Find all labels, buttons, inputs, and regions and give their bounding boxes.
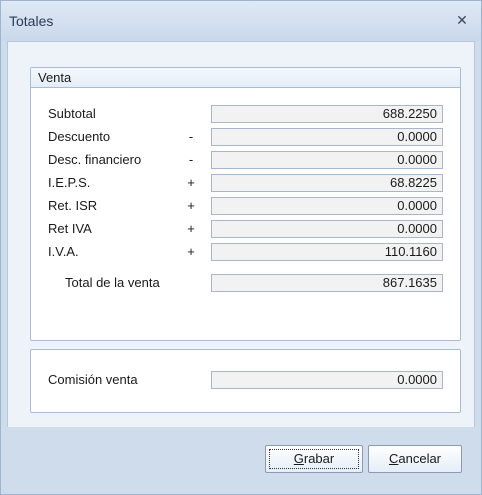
ieps-sign: + <box>187 175 195 190</box>
ret-iva-field[interactable]: 0.0000 <box>211 220 443 238</box>
total-venta-field[interactable]: 867.1635 <box>211 274 443 292</box>
comision-field[interactable]: 0.0000 <box>211 371 443 389</box>
focus-rect <box>269 449 359 469</box>
venta-group: Venta Subtotal 688.2250 Descuento - 0.00… <box>30 67 461 341</box>
cancelar-label: ancelar <box>398 451 442 466</box>
iva-sign: + <box>187 244 195 259</box>
comision-label: Comisión venta <box>48 372 138 387</box>
ieps-label: I.E.P.S. <box>48 175 91 190</box>
subtotal-field[interactable]: 688.2250 <box>211 105 443 123</box>
desc-financiero-sign: - <box>188 152 194 167</box>
descuento-field[interactable]: 0.0000 <box>211 128 443 146</box>
comision-group: Comisión venta 0.0000 <box>30 349 461 413</box>
ieps-field[interactable]: 68.8225 <box>211 174 443 192</box>
dialog-content: Venta Subtotal 688.2250 Descuento - 0.00… <box>7 41 475 428</box>
venta-group-header: Venta <box>31 68 460 88</box>
total-venta-label: Total de la venta <box>65 275 160 290</box>
totales-dialog: Totales ✕ Venta Subtotal 688.2250 Descue… <box>0 0 482 495</box>
subtotal-label: Subtotal <box>48 106 96 121</box>
iva-label: I.V.A. <box>48 244 79 259</box>
dialog-title: Totales <box>9 13 54 29</box>
title-bar: Totales ✕ <box>1 1 481 41</box>
ret-isr-sign: + <box>187 198 195 213</box>
ret-isr-field[interactable]: 0.0000 <box>211 197 443 215</box>
desc-financiero-label: Desc. financiero <box>48 152 142 167</box>
descuento-sign: - <box>188 129 194 144</box>
button-bar: Grabar Cancelar <box>7 427 475 490</box>
iva-field[interactable]: 110.1160 <box>211 243 443 261</box>
ret-iva-label: Ret IVA <box>48 221 92 236</box>
ret-isr-label: Ret. ISR <box>48 198 98 213</box>
cancelar-mnemonic: C <box>388 451 399 466</box>
desc-financiero-field[interactable]: 0.0000 <box>211 151 443 169</box>
cancelar-button[interactable]: Cancelar <box>368 445 462 473</box>
grabar-button[interactable]: Grabar <box>265 445 363 473</box>
close-icon[interactable]: ✕ <box>455 13 469 27</box>
venta-group-title: Venta <box>38 70 72 85</box>
descuento-label: Descuento <box>48 129 111 144</box>
ret-iva-sign: + <box>187 221 195 236</box>
